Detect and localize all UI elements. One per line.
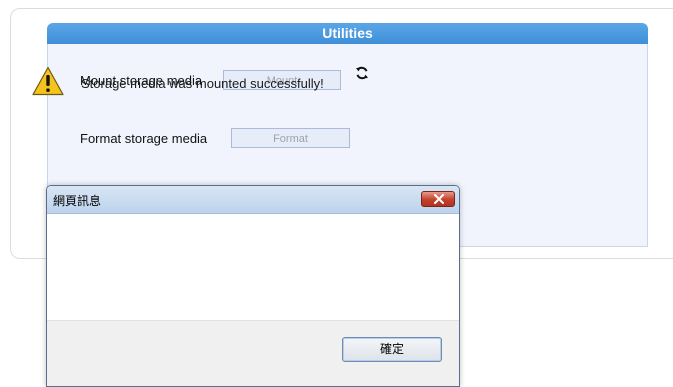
dialog-message: Storage media was mounted successfully!: [81, 76, 324, 91]
format-button[interactable]: Format: [231, 128, 350, 148]
panel-header: Utilities: [47, 23, 648, 44]
refresh-icon[interactable]: [354, 65, 370, 81]
dialog-title: 網頁訊息: [53, 194, 102, 208]
close-icon[interactable]: [421, 191, 455, 207]
panel-title: Utilities: [322, 25, 373, 41]
warning-icon: [32, 66, 64, 96]
dialog-titlebar[interactable]: 網頁訊息: [47, 186, 459, 214]
format-label: Format storage media: [80, 131, 208, 146]
ok-button[interactable]: 確定: [342, 337, 442, 362]
dialog-content: [47, 214, 459, 320]
